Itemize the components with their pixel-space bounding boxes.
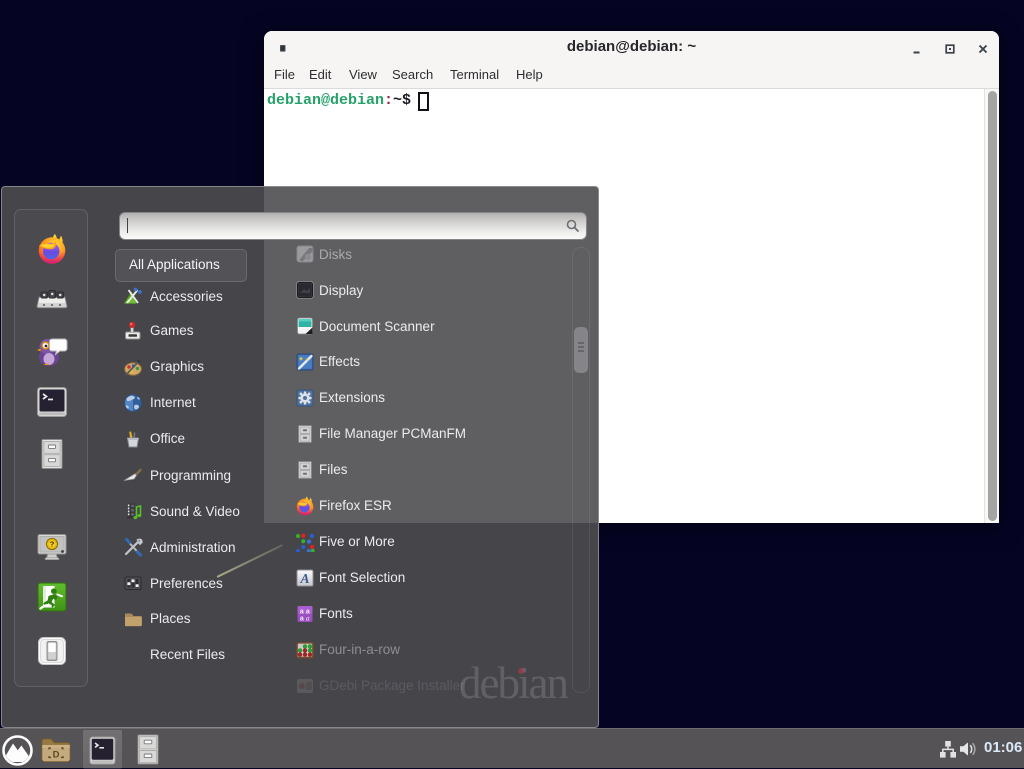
svg-text:a: a — [300, 615, 304, 622]
svg-text:A: A — [299, 571, 309, 586]
svg-text:a: a — [306, 613, 310, 622]
svg-text:a: a — [300, 608, 304, 615]
svg-text:D: D — [53, 750, 60, 761]
svg-text:?: ? — [50, 540, 55, 549]
